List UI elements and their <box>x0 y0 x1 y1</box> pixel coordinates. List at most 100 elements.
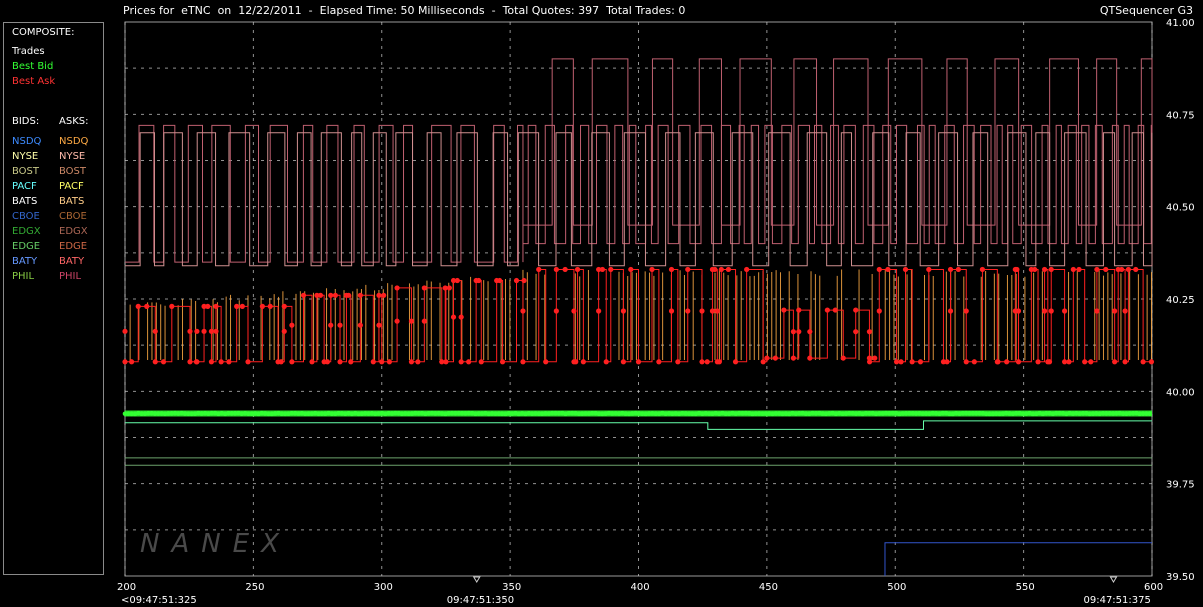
best-bid-point <box>1147 411 1152 416</box>
best-ask-point <box>1133 266 1139 273</box>
best-ask-point <box>478 359 484 365</box>
best-ask-point <box>458 359 464 365</box>
best-ask-point <box>381 292 387 298</box>
best-ask-point <box>796 329 802 335</box>
best-ask-point <box>1094 308 1100 314</box>
best-ask-point <box>245 359 251 365</box>
y-tick-label: 39.50 <box>1166 572 1195 583</box>
best-ask-point <box>1035 359 1041 365</box>
x-tick-label: 300 <box>374 582 393 593</box>
best-ask-point <box>421 318 427 324</box>
time-label: <09:47:51:325 <box>121 595 197 606</box>
best-ask-point <box>1014 266 1020 273</box>
best-ask-point <box>807 355 813 361</box>
best-ask-point <box>668 308 675 314</box>
best-ask-point <box>1103 266 1109 273</box>
best-ask-point <box>840 355 846 361</box>
nanex-watermark: NANEX <box>140 529 291 559</box>
x-tick-label: 400 <box>631 582 650 593</box>
best-ask-point <box>337 359 343 365</box>
best-ask-point <box>521 277 527 284</box>
best-ask-point <box>716 359 722 365</box>
best-ask-point <box>415 359 421 365</box>
best-ask-point <box>580 359 586 365</box>
best-ask-point <box>796 307 802 313</box>
best-ask-point <box>122 359 128 365</box>
x-tick-label: 500 <box>887 582 906 593</box>
best-ask-point <box>760 359 766 365</box>
best-ask-point <box>1148 359 1155 365</box>
best-ask-point <box>917 359 924 365</box>
y-tick-label: 40.50 <box>1166 203 1195 214</box>
best-ask-point <box>1004 359 1010 365</box>
best-ask-point <box>520 308 526 314</box>
best-ask-point <box>732 359 739 365</box>
best-ask-point <box>379 359 385 365</box>
best-ask-point <box>963 308 969 314</box>
best-ask-point <box>699 359 705 365</box>
best-ask-point <box>446 285 452 291</box>
best-ask-point <box>346 292 352 298</box>
best-ask-point <box>152 359 158 365</box>
best-ask-point <box>608 266 614 273</box>
best-ask-point <box>289 322 295 328</box>
y-tick-label: 40.75 <box>1166 110 1195 121</box>
best-ask-point <box>458 314 464 320</box>
best-ask-point <box>239 303 245 309</box>
x-tick-label: 200 <box>117 582 136 593</box>
best-ask-point <box>963 359 969 365</box>
best-ask-point <box>574 266 581 273</box>
best-ask-point <box>259 303 265 309</box>
best-ask-point <box>213 303 219 309</box>
best-ask-point <box>893 359 900 365</box>
best-ask-point <box>772 355 778 361</box>
best-ask-point <box>234 303 240 309</box>
best-ask-point <box>144 303 150 309</box>
x-tick-label: 600 <box>1144 582 1163 593</box>
best-ask-point <box>725 266 732 273</box>
best-ask-point <box>866 359 873 365</box>
best-ask-point <box>866 329 873 335</box>
best-ask-point <box>376 292 382 298</box>
best-ask-point <box>1112 308 1118 314</box>
best-ask-point <box>376 322 382 328</box>
time-label: 09:47:51:375 <box>1083 595 1150 606</box>
best-ask-point <box>872 355 878 361</box>
y-tick-label: 39.75 <box>1166 480 1195 491</box>
best-ask-point <box>454 277 460 284</box>
best-ask-point <box>152 328 158 334</box>
best-ask-point <box>289 359 295 365</box>
best-ask-point <box>853 329 859 335</box>
best-ask-point <box>309 359 315 365</box>
best-ask-point <box>1015 359 1022 365</box>
best-ask-point <box>443 359 449 365</box>
best-ask-point <box>1088 359 1094 365</box>
best-ask-point <box>135 303 141 309</box>
best-ask-point <box>408 359 415 365</box>
best-ask-point <box>781 307 787 313</box>
best-ask-point <box>1140 359 1146 365</box>
best-ask-point <box>337 322 343 328</box>
best-ask-point <box>1125 266 1132 273</box>
best-ask-point <box>386 359 393 365</box>
best-ask-point <box>699 308 705 314</box>
best-ask-point <box>709 308 716 314</box>
x-tick-label: 550 <box>1016 582 1035 593</box>
best-ask-point <box>1048 308 1054 314</box>
best-ask-point <box>790 355 796 361</box>
best-ask-point <box>1041 308 1048 314</box>
best-ask-point <box>187 359 193 365</box>
best-ask-point <box>281 303 287 309</box>
best-ask-point <box>704 359 710 365</box>
y-tick-label: 41.00 <box>1166 18 1195 29</box>
best-ask-point <box>898 359 904 365</box>
best-ask-point <box>656 359 662 365</box>
time-marker <box>1109 576 1118 583</box>
best-ask-point <box>1119 266 1125 273</box>
time-label: 09:47:51:350 <box>447 595 514 606</box>
best-ask-point <box>807 329 813 335</box>
best-ask-point <box>332 292 338 298</box>
best-ask-point <box>1032 266 1038 273</box>
best-ask-point <box>226 359 232 365</box>
best-ask-point <box>971 359 977 365</box>
